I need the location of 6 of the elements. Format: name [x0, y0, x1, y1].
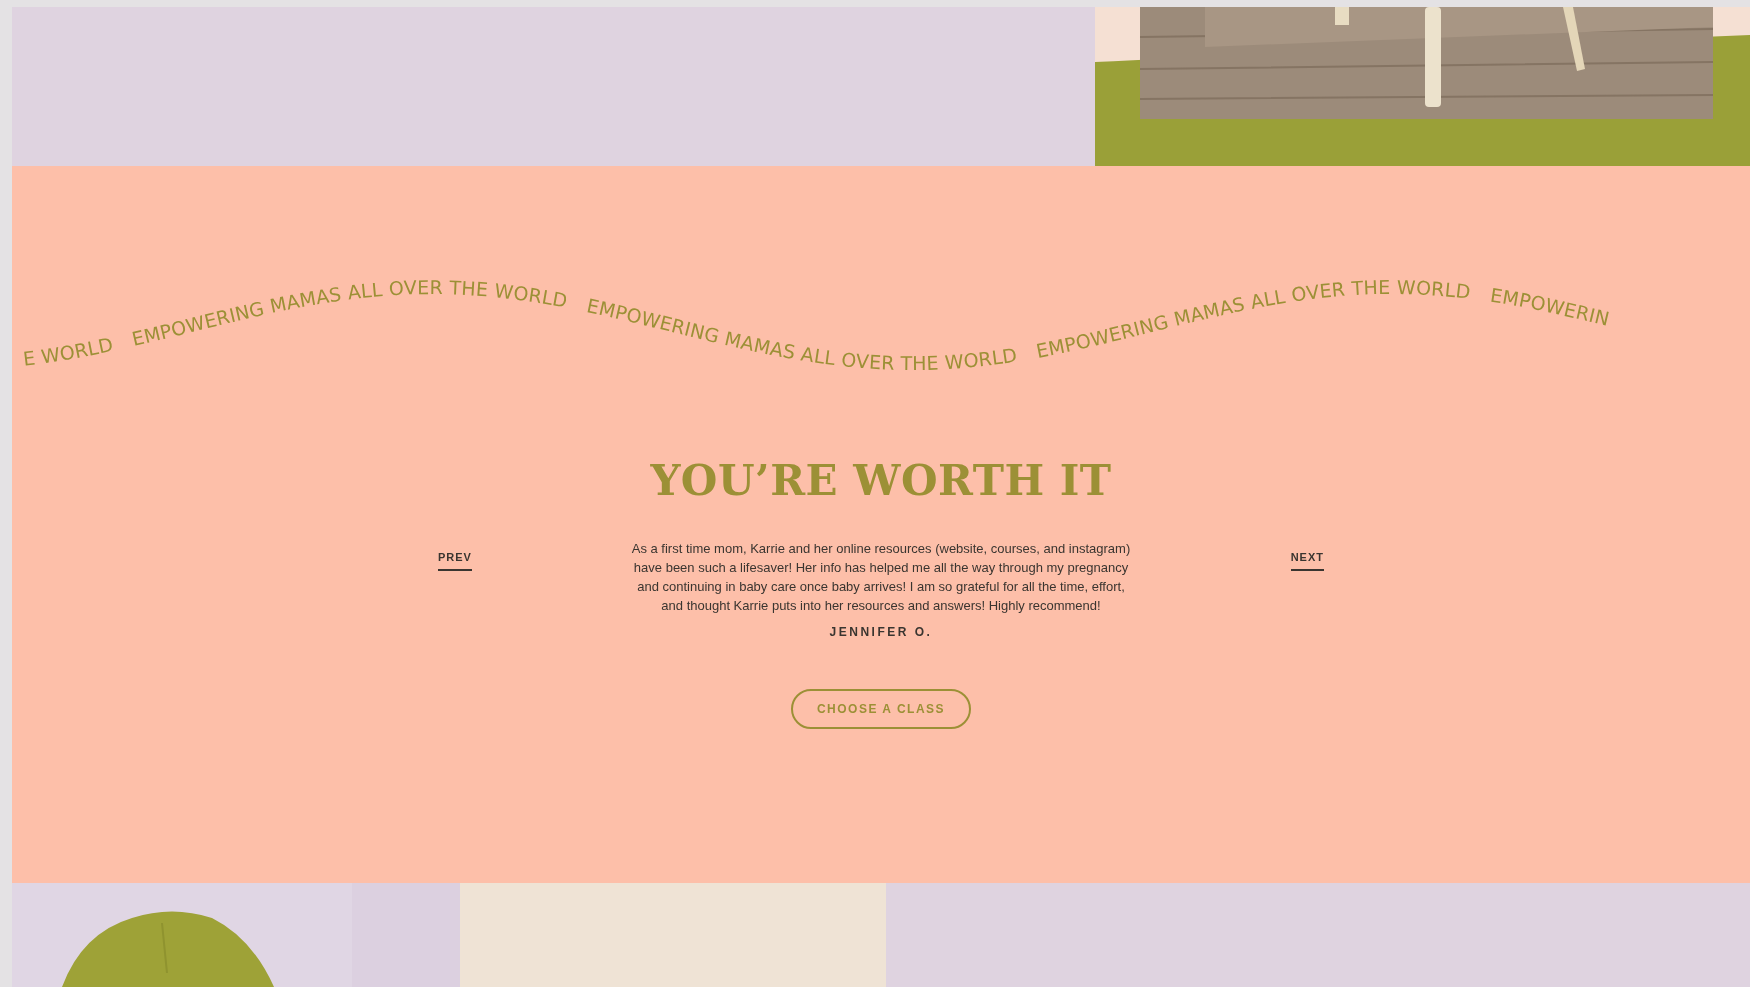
next-link[interactable]: NEXT — [1290, 551, 1324, 571]
testimonial-text: As a first time mom, Karrie and her online resources (website, courses, and instagram) have been such a lifesaver! Her info has helped me all the way through my pregnancy and continuing in baby care once baby arrives! I am so grateful for all the time, effort, and thought Karrie puts into her resources and answers! Highly recommend! — [630, 540, 1132, 615]
section-heading: YOU’RE WORTH IT — [650, 456, 1112, 505]
marquee-text: E WORLD — [21, 332, 116, 370]
prev-link[interactable]: PREV — [438, 551, 472, 571]
testimonial-author: JENNIFER O. — [829, 625, 933, 639]
